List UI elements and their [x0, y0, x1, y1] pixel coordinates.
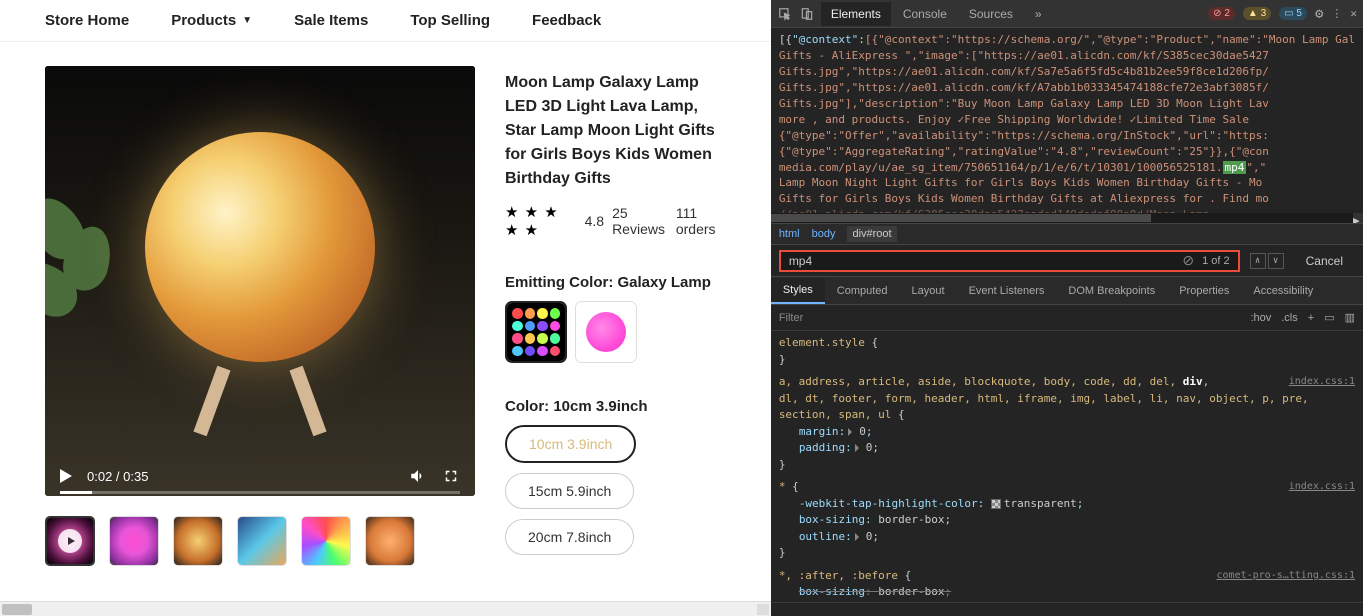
device-mode-icon[interactable]: ▭: [1324, 311, 1334, 324]
video-scene: [45, 66, 475, 496]
subtab-styles[interactable]: Styles: [771, 278, 825, 304]
clear-icon[interactable]: ⊘: [1182, 252, 1194, 269]
subtab-event-listeners[interactable]: Event Listeners: [957, 279, 1057, 303]
device-icon[interactable]: [799, 6, 815, 22]
crumb-body[interactable]: body: [812, 228, 836, 240]
source-link[interactable]: comet-pro-s…tting.css:1: [1217, 568, 1355, 583]
breadcrumb: html body div#root: [771, 223, 1363, 245]
crumb-html[interactable]: html: [779, 228, 800, 240]
menu-icon[interactable]: ⋮: [1331, 7, 1342, 20]
thumbnail-4[interactable]: [301, 516, 351, 566]
info-badge[interactable]: ▭ 5: [1279, 7, 1307, 20]
nav-products[interactable]: Products ▼: [171, 12, 252, 29]
hov-toggle[interactable]: :hov: [1250, 312, 1271, 324]
source-link[interactable]: index.css:1: [1289, 374, 1355, 389]
tab-elements[interactable]: Elements: [821, 2, 891, 26]
search-input[interactable]: mp4 ⊘ 1 of 2: [779, 250, 1240, 272]
stars-icon: ★ ★ ★ ★ ★: [505, 203, 577, 239]
tab-sources[interactable]: Sources: [959, 2, 1023, 26]
rating-row: ★ ★ ★ ★ ★ 4.8 25 Reviews 111 orders: [505, 203, 726, 239]
search-next-icon[interactable]: ∨: [1268, 253, 1284, 269]
search-prev-icon[interactable]: ∧: [1250, 253, 1266, 269]
reviews-link[interactable]: 25 Reviews: [612, 205, 668, 237]
search-result-count: 1 of 2: [1202, 255, 1230, 267]
orders-count: 111 orders: [676, 205, 726, 237]
thumbnail-video[interactable]: [45, 516, 95, 566]
nav-sale[interactable]: Sale Items: [294, 12, 368, 29]
video-progress[interactable]: [60, 491, 460, 494]
inspect-icon[interactable]: [777, 6, 793, 22]
horizontal-scrollbar[interactable]: [0, 601, 771, 616]
crumb-root[interactable]: div#root: [847, 226, 896, 242]
cls-toggle[interactable]: .cls: [1281, 312, 1298, 324]
subtab-computed[interactable]: Computed: [825, 279, 900, 303]
chevron-down-icon: ▼: [242, 15, 252, 26]
devtools-tabs: Elements Console Sources » ⊘ 2 ▲ 3 ▭ 5 ⚙…: [771, 0, 1363, 28]
product-video[interactable]: 0:02 / 0:35: [45, 66, 475, 496]
subtab-layout[interactable]: Layout: [900, 279, 957, 303]
filter-input[interactable]: Filter: [779, 312, 1251, 324]
source-link[interactable]: index.css:1: [1289, 479, 1355, 494]
nav-feedback[interactable]: Feedback: [532, 12, 601, 29]
search-cancel-button[interactable]: Cancel: [1294, 254, 1355, 268]
warning-badge[interactable]: ▲ 3: [1243, 7, 1271, 20]
rating-value: 4.8: [585, 213, 604, 229]
add-rule-icon[interactable]: +: [1308, 312, 1314, 324]
fullscreen-icon[interactable]: [442, 467, 460, 485]
styles-subtabs: Styles Computed Layout Event Listeners D…: [771, 277, 1363, 305]
search-highlight: mp4: [1223, 161, 1247, 174]
color-option-pink[interactable]: [575, 301, 637, 363]
gear-icon[interactable]: ⚙: [1315, 6, 1323, 22]
video-time: 0:02 / 0:35: [87, 469, 148, 484]
nav-home[interactable]: Store Home: [45, 12, 129, 29]
tab-console[interactable]: Console: [893, 2, 957, 26]
nav-top-selling[interactable]: Top Selling: [410, 12, 490, 29]
styles-filter-bar: Filter :hov .cls + ▭ ▥: [771, 305, 1363, 331]
subtab-properties[interactable]: Properties: [1167, 279, 1241, 303]
size-option-label: Color: 10cm 3.9inch: [505, 398, 726, 415]
thumbnail-5[interactable]: [365, 516, 415, 566]
close-icon[interactable]: ✕: [1350, 7, 1357, 20]
thumbnail-1[interactable]: [109, 516, 159, 566]
error-badge[interactable]: ⊘ 2: [1208, 7, 1235, 20]
nav-products-label: Products: [171, 12, 236, 29]
styles-panel[interactable]: element.style { } index.css:1 a, address…: [771, 331, 1363, 602]
color-option-galaxy[interactable]: [505, 301, 567, 363]
elements-scrollbar[interactable]: ▶: [771, 213, 1363, 223]
store-page: Store Home Products ▼ Sale Items Top Sel…: [0, 0, 771, 616]
play-icon[interactable]: [60, 469, 72, 483]
devtools-panel: Elements Console Sources » ⊘ 2 ▲ 3 ▭ 5 ⚙…: [771, 0, 1363, 616]
store-nav: Store Home Products ▼ Sale Items Top Sel…: [0, 0, 771, 42]
thumbnail-2[interactable]: [173, 516, 223, 566]
color-option-label: Emitting Color: Galaxy Lamp: [505, 274, 726, 291]
thumbnail-3[interactable]: [237, 516, 287, 566]
subtab-accessibility[interactable]: Accessibility: [1241, 279, 1325, 303]
search-bar: mp4 ⊘ 1 of 2 ∧ ∨ Cancel: [771, 245, 1363, 277]
elements-tree[interactable]: [{"@context":[{"@context":"https://schem…: [771, 28, 1363, 223]
video-controls: 0:02 / 0:35: [45, 456, 475, 496]
subtab-dom-breakpoints[interactable]: DOM Breakpoints: [1056, 279, 1167, 303]
size-option-15cm[interactable]: 15cm 5.9inch: [505, 473, 634, 509]
size-option-10cm[interactable]: 10cm 3.9inch: [505, 425, 636, 463]
tab-more[interactable]: »: [1025, 2, 1052, 26]
volume-icon[interactable]: [409, 467, 427, 485]
thumbnail-row: [45, 516, 475, 566]
size-option-20cm[interactable]: 20cm 7.8inch: [505, 519, 634, 555]
panel-icon[interactable]: ▥: [1345, 311, 1355, 324]
product-title: Moon Lamp Galaxy Lamp LED 3D Light Lava …: [505, 71, 726, 191]
